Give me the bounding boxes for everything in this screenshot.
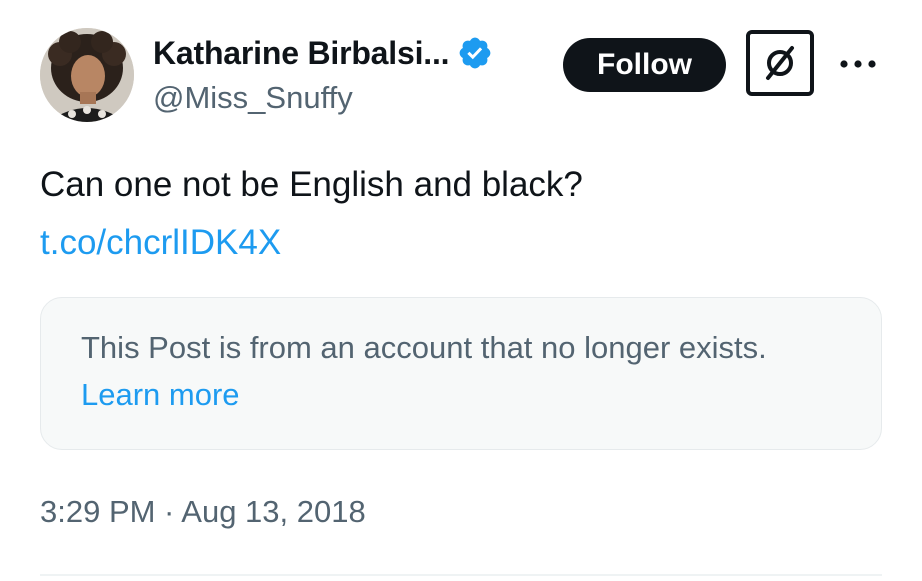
unavailable-post-notice: This Post is from an account that no lon…: [40, 297, 882, 450]
tweet-link[interactable]: t.co/chcrlIDK4X: [40, 218, 281, 268]
author-handle[interactable]: @Miss_Snuffy: [153, 80, 353, 116]
grok-icon: [766, 46, 794, 80]
author-name-row: Katharine Birbalsi...: [153, 30, 493, 76]
learn-more-link[interactable]: Learn more: [81, 377, 240, 412]
notice-text-block: This Post is from an account that no lon…: [81, 324, 781, 418]
post-timestamp[interactable]: 3:29 PM · Aug 13, 2018: [40, 490, 366, 534]
more-options-button[interactable]: [838, 48, 878, 80]
more-dots-icon: [840, 60, 876, 68]
avatar[interactable]: [40, 28, 134, 122]
verified-badge-icon: [459, 37, 491, 69]
tweet-text: Can one not be English and black?: [40, 165, 583, 204]
notice-message: This Post is from an account that no lon…: [81, 330, 767, 365]
profile-photo-icon: [40, 28, 134, 122]
grok-button[interactable]: [746, 30, 814, 96]
divider: [40, 574, 882, 576]
author-display-name[interactable]: Katharine Birbalsi...: [153, 35, 450, 72]
follow-button[interactable]: Follow: [563, 38, 726, 92]
